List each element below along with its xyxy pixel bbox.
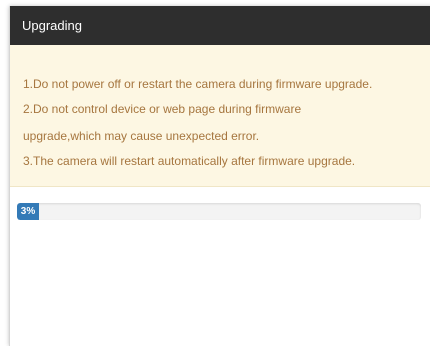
upgrade-warning-notice: 1.Do not power off or restart the camera… bbox=[10, 45, 430, 187]
notice-line-3: upgrade,which may cause unexpected error… bbox=[23, 129, 260, 143]
dialog-title: Upgrading bbox=[22, 18, 82, 33]
upgrade-dialog: Upgrading 1.Do not power off or restart … bbox=[9, 6, 430, 346]
dialog-titlebar: Upgrading bbox=[10, 6, 430, 45]
notice-line-4: 3.The camera will restart automatically … bbox=[23, 154, 356, 168]
progress-label: 3% bbox=[20, 206, 36, 217]
upgrade-progress-bar: 3% bbox=[17, 203, 421, 220]
notice-line-1: 1.Do not power off or restart the camera… bbox=[23, 77, 373, 91]
notice-line-2: 2.Do not control device or web page duri… bbox=[23, 102, 302, 116]
